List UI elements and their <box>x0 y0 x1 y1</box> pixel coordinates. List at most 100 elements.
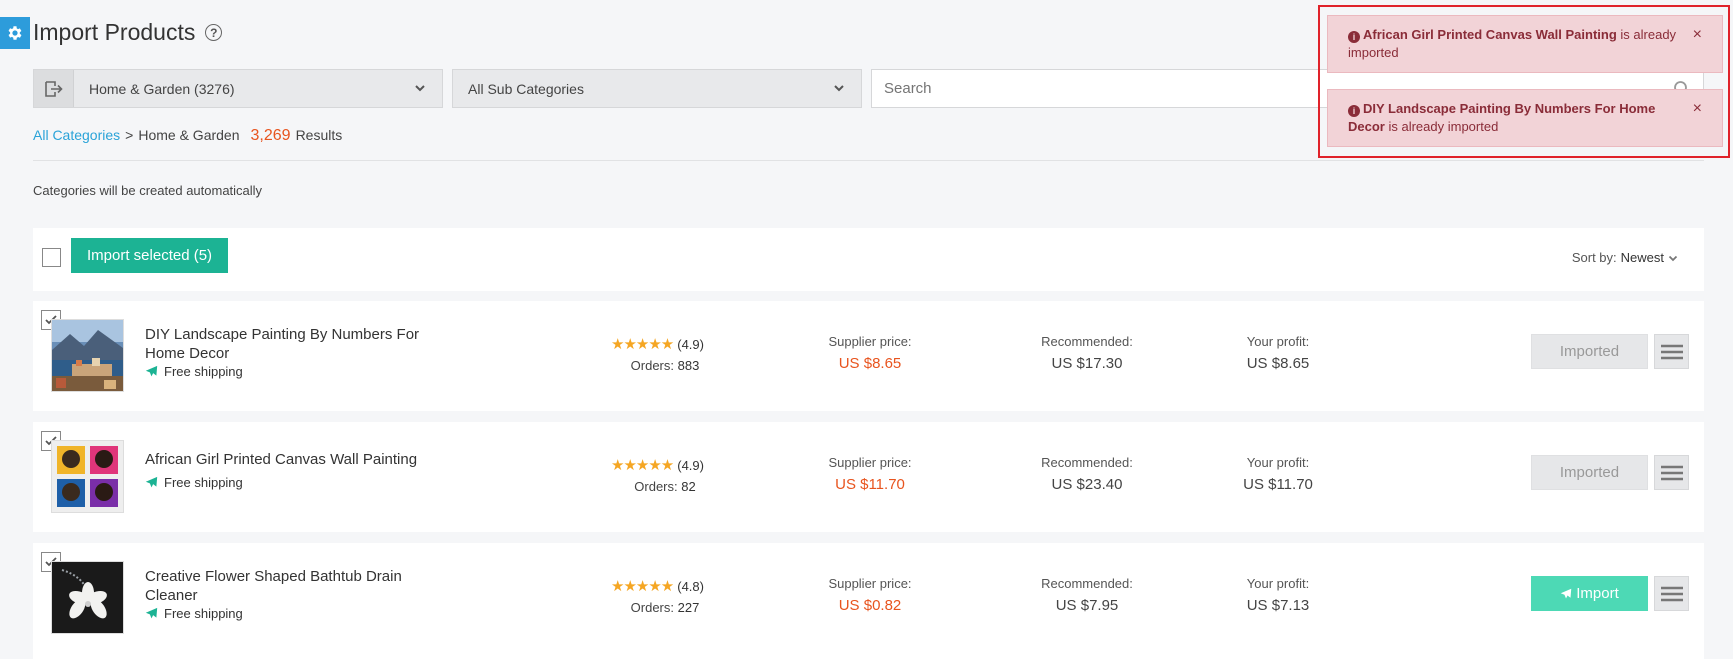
close-icon[interactable]: × <box>1693 100 1702 118</box>
page-title-text: Import Products <box>33 19 196 45</box>
row-menu-button[interactable] <box>1654 455 1689 490</box>
sort-dropdown[interactable]: Sort by: Newest <box>1572 250 1678 265</box>
exit-icon <box>34 70 74 107</box>
orders-count: Orders: 883 <box>600 358 730 373</box>
profit-value: US $7.13 <box>1246 597 1310 614</box>
chevron-down-icon <box>834 85 844 92</box>
supplier-price: Supplier price: US $0.82 <box>795 576 945 614</box>
orders-label: Orders: <box>634 479 678 494</box>
close-icon[interactable]: × <box>1693 26 1702 44</box>
product-rating: ★★★★★ (4.9) <box>611 335 704 353</box>
free-shipping: Free shipping <box>145 606 243 621</box>
star-rating-icon: ★★★★★ <box>611 578 674 595</box>
select-all-checkbox[interactable] <box>42 248 61 267</box>
product-row: Creative Flower Shaped Bathtub Drain Cle… <box>33 543 1704 659</box>
orders-label: Orders: <box>630 600 674 615</box>
breadcrumb-current: Home & Garden <box>138 127 240 143</box>
supplier-price-label: Supplier price: <box>828 455 912 470</box>
orders-value: 82 <box>681 479 696 494</box>
recommended-price-label: Recommended: <box>1041 334 1133 349</box>
plane-icon <box>1560 588 1572 598</box>
product-name[interactable]: African Girl Printed Canvas Wall Paintin… <box>145 450 445 469</box>
star-rating-icon: ★★★★★ <box>611 457 674 474</box>
plane-icon <box>145 607 158 619</box>
toast-message: is already imported <box>1388 119 1499 134</box>
toast-highlight-frame: i African Girl Printed Canvas Wall Painti… <box>1318 5 1730 158</box>
shipping-label: Free shipping <box>164 364 243 379</box>
profit-label: Your profit: <box>1246 576 1310 591</box>
profit: Your profit: US $11.70 <box>1203 455 1353 493</box>
rating-value: (4.8) <box>677 578 704 594</box>
supplier-price-value: US $0.82 <box>838 597 902 614</box>
breadcrumb-root-link[interactable]: All Categories <box>33 127 120 143</box>
import-button-label: Import <box>1576 585 1619 602</box>
imported-button[interactable]: Imported <box>1531 455 1648 490</box>
chevron-down-icon <box>1668 255 1678 261</box>
recommended-price-label: Recommended: <box>1041 576 1133 591</box>
results-label: Results <box>295 127 343 143</box>
product-name[interactable]: Creative Flower Shaped Bathtub Drain Cle… <box>145 567 445 605</box>
sort-value: Newest <box>1620 250 1664 265</box>
bulk-toolbar: Import selected (5) Sort by: Newest <box>33 228 1704 291</box>
subcategory-select-value: All Sub Categories <box>468 80 584 97</box>
breadcrumb-separator: > <box>125 127 134 143</box>
recommended-price-value: US $17.30 <box>1051 355 1123 372</box>
recommended-price-value: US $23.40 <box>1051 476 1123 493</box>
settings-tab[interactable] <box>0 17 30 49</box>
imported-button[interactable]: Imported <box>1531 334 1648 369</box>
supplier-price: Supplier price: US $11.70 <box>795 455 945 493</box>
product-rating: ★★★★★ (4.8) <box>611 577 704 595</box>
profit-value: US $11.70 <box>1243 476 1313 493</box>
free-shipping: Free shipping <box>145 364 243 379</box>
orders-value: 227 <box>677 600 700 615</box>
orders-value: 883 <box>677 358 700 373</box>
hamburger-icon <box>1660 465 1683 480</box>
toast-notification: i African Girl Printed Canvas Wall Painti… <box>1327 15 1723 73</box>
import-selected-button[interactable]: Import selected (5) <box>71 238 229 273</box>
supplier-price-label: Supplier price: <box>828 334 912 349</box>
supplier-price-value: US $11.70 <box>835 476 905 493</box>
results-count: 3,269 <box>250 127 291 144</box>
product-row: DIY Landscape Painting By Numbers For Ho… <box>33 301 1704 411</box>
orders-label: Orders: <box>630 358 674 373</box>
product-row: African Girl Printed Canvas Wall Paintin… <box>33 422 1704 532</box>
rating-value: (4.9) <box>677 336 704 352</box>
supplier-price-value: US $8.65 <box>838 355 902 372</box>
product-rating: ★★★★★ (4.9) <box>611 456 704 474</box>
profit-label: Your profit: <box>1246 455 1310 470</box>
product-thumbnail[interactable] <box>51 440 124 513</box>
free-shipping: Free shipping <box>145 475 243 490</box>
row-menu-button[interactable] <box>1654 334 1689 369</box>
page-title: Import Products ? <box>33 19 223 46</box>
profit: Your profit: US $8.65 <box>1203 334 1353 372</box>
profit: Your profit: US $7.13 <box>1203 576 1353 614</box>
product-name[interactable]: DIY Landscape Painting By Numbers For Ho… <box>145 325 445 363</box>
recommended-price: Recommended: US $7.95 <box>1012 576 1162 614</box>
supplier-price-label: Supplier price: <box>828 576 912 591</box>
recommended-price: Recommended: US $23.40 <box>1012 455 1162 493</box>
shipping-label: Free shipping <box>164 475 243 490</box>
shipping-label: Free shipping <box>164 606 243 621</box>
product-thumbnail[interactable] <box>51 319 124 392</box>
breadcrumb: All Categories > Home & Garden 3,269 Res… <box>33 127 342 145</box>
orders-count: Orders: 82 <box>600 479 730 494</box>
row-menu-button[interactable] <box>1654 576 1689 611</box>
chevron-down-icon <box>415 85 425 92</box>
recommended-price-value: US $7.95 <box>1055 597 1119 614</box>
product-thumbnail[interactable] <box>51 561 124 634</box>
category-select[interactable]: Home & Garden (3276) <box>33 69 443 108</box>
recommended-price: Recommended: US $17.30 <box>1012 334 1162 372</box>
help-icon[interactable]: ? <box>205 24 223 41</box>
info-icon: i <box>1348 105 1360 117</box>
supplier-price: Supplier price: US $8.65 <box>795 334 945 372</box>
toast-notification: i DIY Landscape Painting By Numbers For H… <box>1327 89 1723 147</box>
gear-icon <box>8 26 22 40</box>
rating-value: (4.9) <box>677 457 704 473</box>
subcategory-select[interactable]: All Sub Categories <box>452 69 862 108</box>
import-button[interactable]: Import <box>1531 576 1648 611</box>
toast-title: African Girl Printed Canvas Wall Paintin… <box>1363 27 1617 42</box>
category-select-value: Home & Garden (3276) <box>89 80 235 97</box>
auto-categories-note: Categories will be created automatically <box>33 183 263 198</box>
plane-icon <box>145 365 158 377</box>
sort-label: Sort by: <box>1571 250 1617 265</box>
